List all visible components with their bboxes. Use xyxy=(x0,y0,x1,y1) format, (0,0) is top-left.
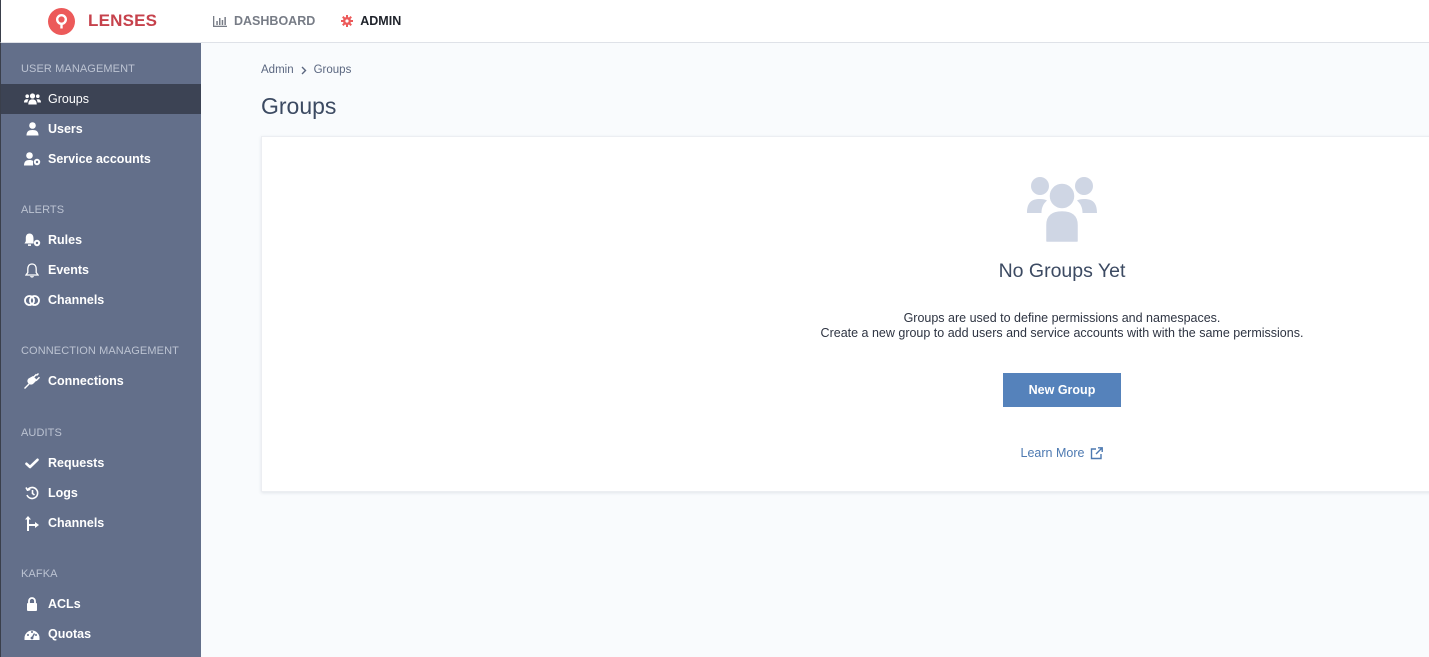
empty-state: No Groups Yet Groups are used to define … xyxy=(797,137,1327,460)
sidebar-item-label: Users xyxy=(48,122,83,136)
new-group-button[interactable]: New Group xyxy=(1003,373,1121,407)
user-icon xyxy=(23,121,41,137)
section-title-audits: AUDITS xyxy=(21,427,62,439)
users-icon xyxy=(23,91,41,107)
bell-cog-icon xyxy=(23,232,41,248)
sidebar-item-acls[interactable]: ACLs xyxy=(1,589,201,619)
lock-icon xyxy=(23,596,41,612)
sidebar-item-quotas[interactable]: Quotas xyxy=(1,619,201,649)
sidebar-item-logs[interactable]: Logs xyxy=(1,478,201,508)
empty-state-description-line: Groups are used to define permissions an… xyxy=(903,311,1221,325)
page-title: Groups xyxy=(261,93,337,119)
sidebar-item-label: Events xyxy=(48,263,89,277)
sidebar-item-label: Rules xyxy=(48,233,83,247)
section-title-connection-management: CONNECTION MANAGEMENT xyxy=(21,345,179,357)
section-title-kafka: KAFKA xyxy=(21,568,58,580)
learn-more-label: Learn More xyxy=(1020,446,1085,460)
empty-state-title: No Groups Yet xyxy=(998,260,1126,282)
brand[interactable]: LENSES xyxy=(48,7,213,35)
sidebar-item-alert-channels[interactable]: Channels xyxy=(1,285,201,315)
top-navigation-bar: LENSES DASHBOARD ADMIN xyxy=(0,0,1429,43)
main-content: Admin Groups Groups No Groups Yet Groups… xyxy=(201,43,1429,657)
brand-name: LENSES xyxy=(88,11,158,30)
gear-icon xyxy=(341,15,354,27)
sidebar-item-label: Channels xyxy=(48,293,105,307)
sidebar-item-label: ACLs xyxy=(48,597,81,611)
lenses-logo-icon xyxy=(48,7,75,35)
sidebar-item-rules[interactable]: Rules xyxy=(1,225,201,255)
breadcrumb-groups: Groups xyxy=(313,64,352,76)
sidebar-item-audit-channels[interactable]: Channels xyxy=(1,508,201,538)
gauge-icon xyxy=(23,626,41,642)
section-title-alerts: ALERTS xyxy=(21,204,65,216)
sidebar-item-users[interactable]: Users xyxy=(1,114,201,144)
sidebar-item-requests[interactable]: Requests xyxy=(1,448,201,478)
sidebar-item-label: Logs xyxy=(48,486,78,500)
history-icon xyxy=(23,485,41,501)
nav-admin-label: ADMIN xyxy=(360,14,402,28)
sidebar-item-label: Channels xyxy=(48,516,105,530)
bell-icon xyxy=(23,262,41,278)
breadcrumb: Admin Groups xyxy=(261,64,351,76)
nav-dashboard[interactable]: DASHBOARD xyxy=(213,14,315,28)
sidebar-item-groups[interactable]: Groups xyxy=(1,84,201,114)
sidebar-item-events[interactable]: Events xyxy=(1,255,201,285)
sidebar-item-label: Requests xyxy=(48,456,105,470)
link-rings-icon xyxy=(23,292,41,308)
empty-state-description: Groups are used to define permissions an… xyxy=(821,311,1304,341)
learn-more-link[interactable]: Learn More xyxy=(1021,446,1104,460)
sidebar-item-connections[interactable]: Connections xyxy=(1,366,201,396)
nav-dashboard-label: DASHBOARD xyxy=(234,14,316,28)
check-icon xyxy=(23,455,41,471)
users-icon xyxy=(1026,175,1098,248)
empty-state-description-line: Create a new group to add users and serv… xyxy=(820,326,1304,340)
user-cog-icon xyxy=(23,151,41,167)
external-link-icon xyxy=(1090,446,1104,460)
breadcrumb-admin[interactable]: Admin xyxy=(261,64,294,76)
bar-chart-icon xyxy=(213,15,227,27)
empty-state-card: No Groups Yet Groups are used to define … xyxy=(261,136,1429,492)
plug-icon xyxy=(23,373,41,389)
nav-admin[interactable]: ADMIN xyxy=(341,14,401,28)
sidebar-item-label: Quotas xyxy=(48,627,92,641)
sidebar-item-label: Connections xyxy=(48,374,124,388)
split-arrow-icon xyxy=(23,515,41,531)
sidebar-item-label: Groups xyxy=(48,92,89,106)
sidebar: USER MANAGEMENT Groups Users Service acc… xyxy=(0,43,201,657)
sidebar-item-service-accounts[interactable]: Service accounts xyxy=(1,144,201,174)
section-title-user-management: USER MANAGEMENT xyxy=(21,63,135,75)
sidebar-item-label: Service accounts xyxy=(48,152,151,166)
chevron-right-icon xyxy=(301,66,307,75)
